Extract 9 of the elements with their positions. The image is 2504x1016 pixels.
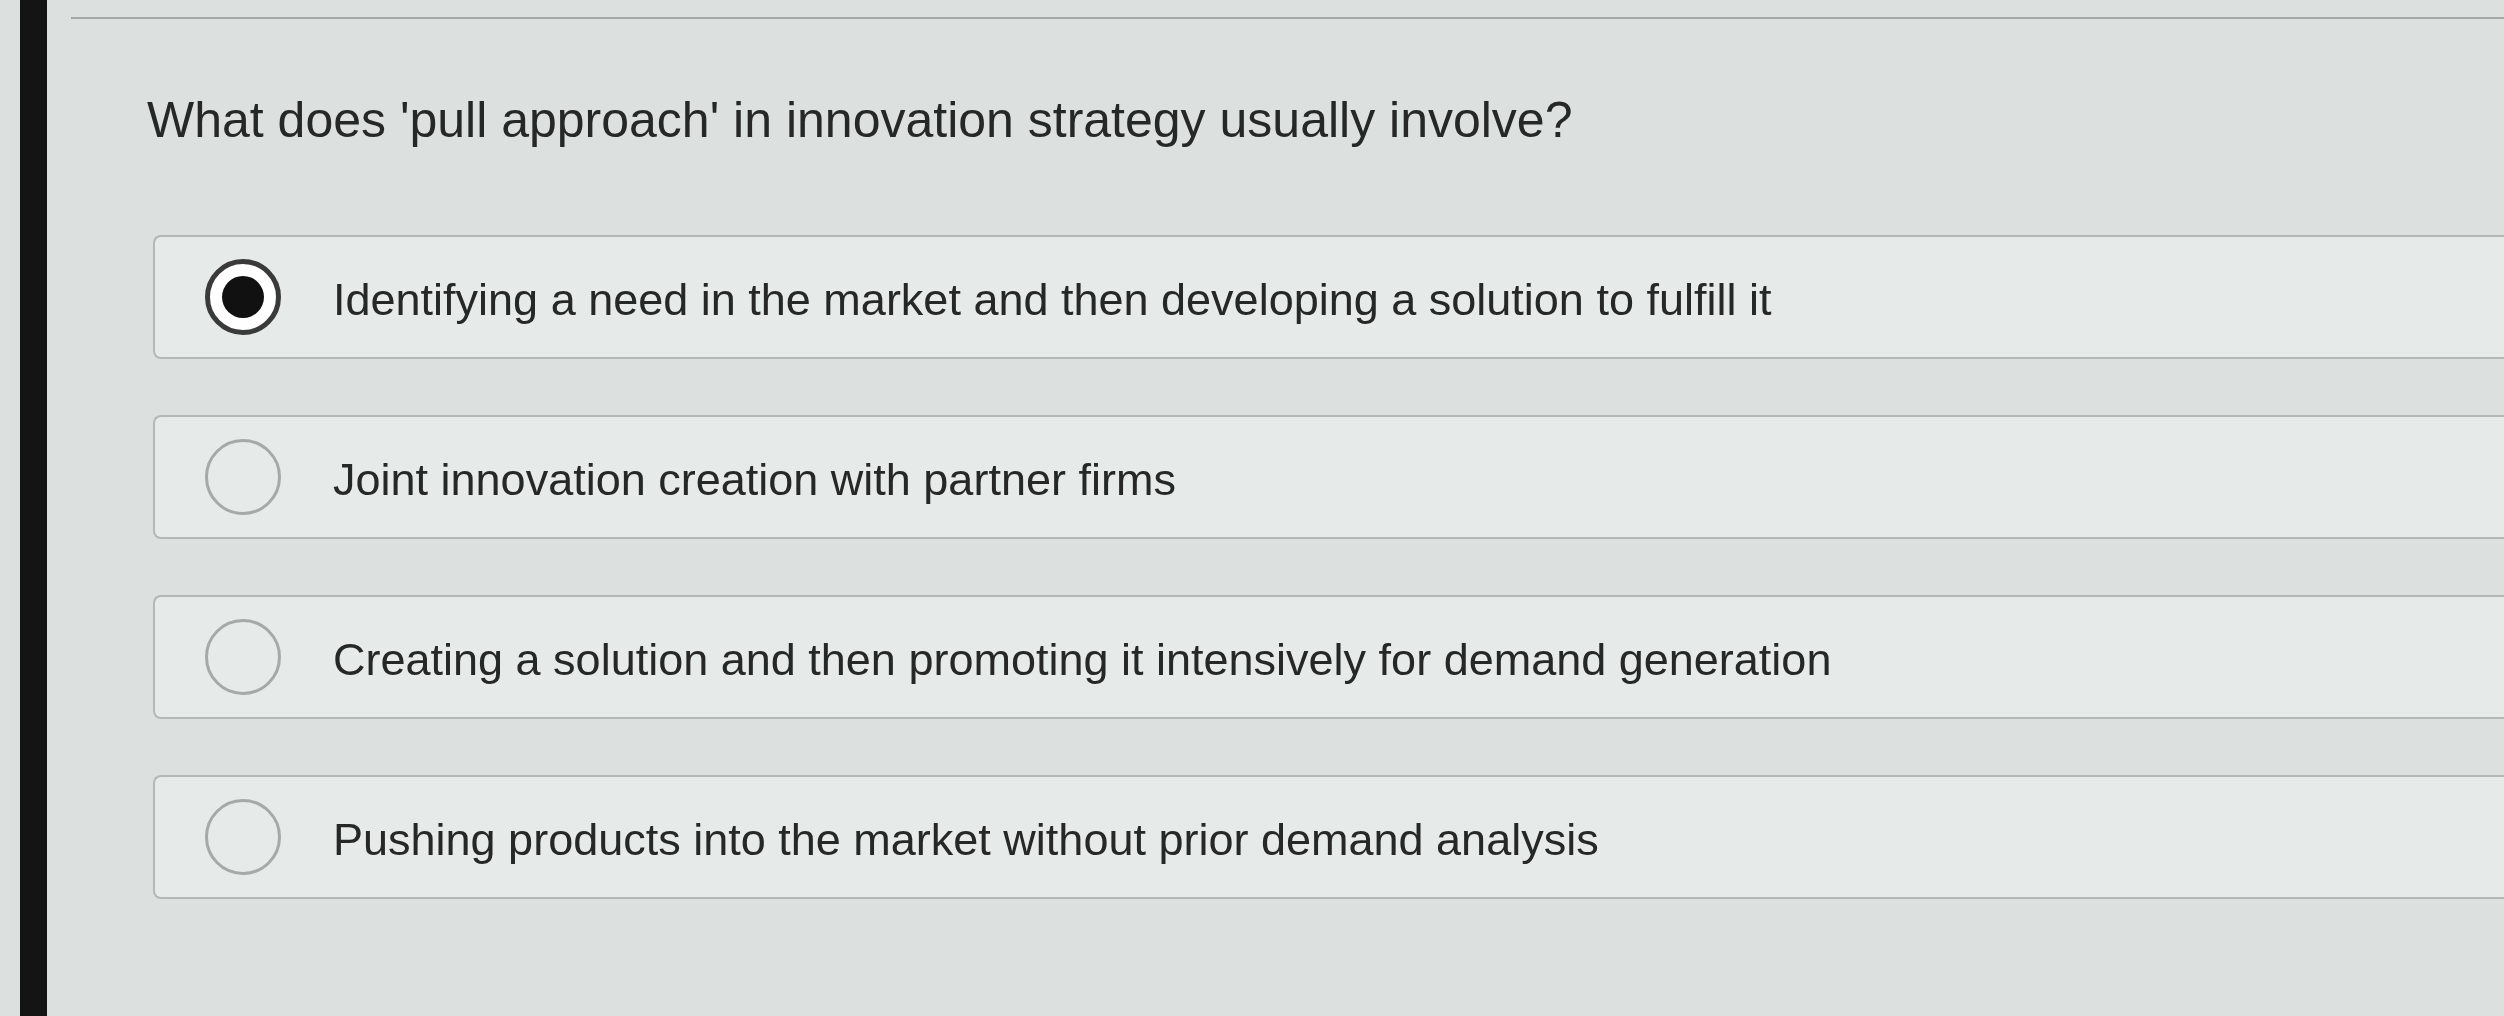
radio-button[interactable] xyxy=(205,799,281,875)
question-text: What does 'pull approach' in innovation strategy usually involve? xyxy=(147,91,1573,150)
radio-button[interactable] xyxy=(205,259,281,335)
answer-option[interactable]: Creating a solution and then promoting it intensively for demand generation xyxy=(153,595,2504,719)
answer-option[interactable]: Joint innovation creation with partner firms xyxy=(153,415,2504,539)
answer-option[interactable]: Pushing products into the market without prior demand analysis xyxy=(153,775,2504,899)
answer-option[interactable]: Identifying a need in the market and then developing a solution to fulfill it xyxy=(153,235,2504,359)
radio-button[interactable] xyxy=(205,619,281,695)
radio-button[interactable] xyxy=(205,439,281,515)
